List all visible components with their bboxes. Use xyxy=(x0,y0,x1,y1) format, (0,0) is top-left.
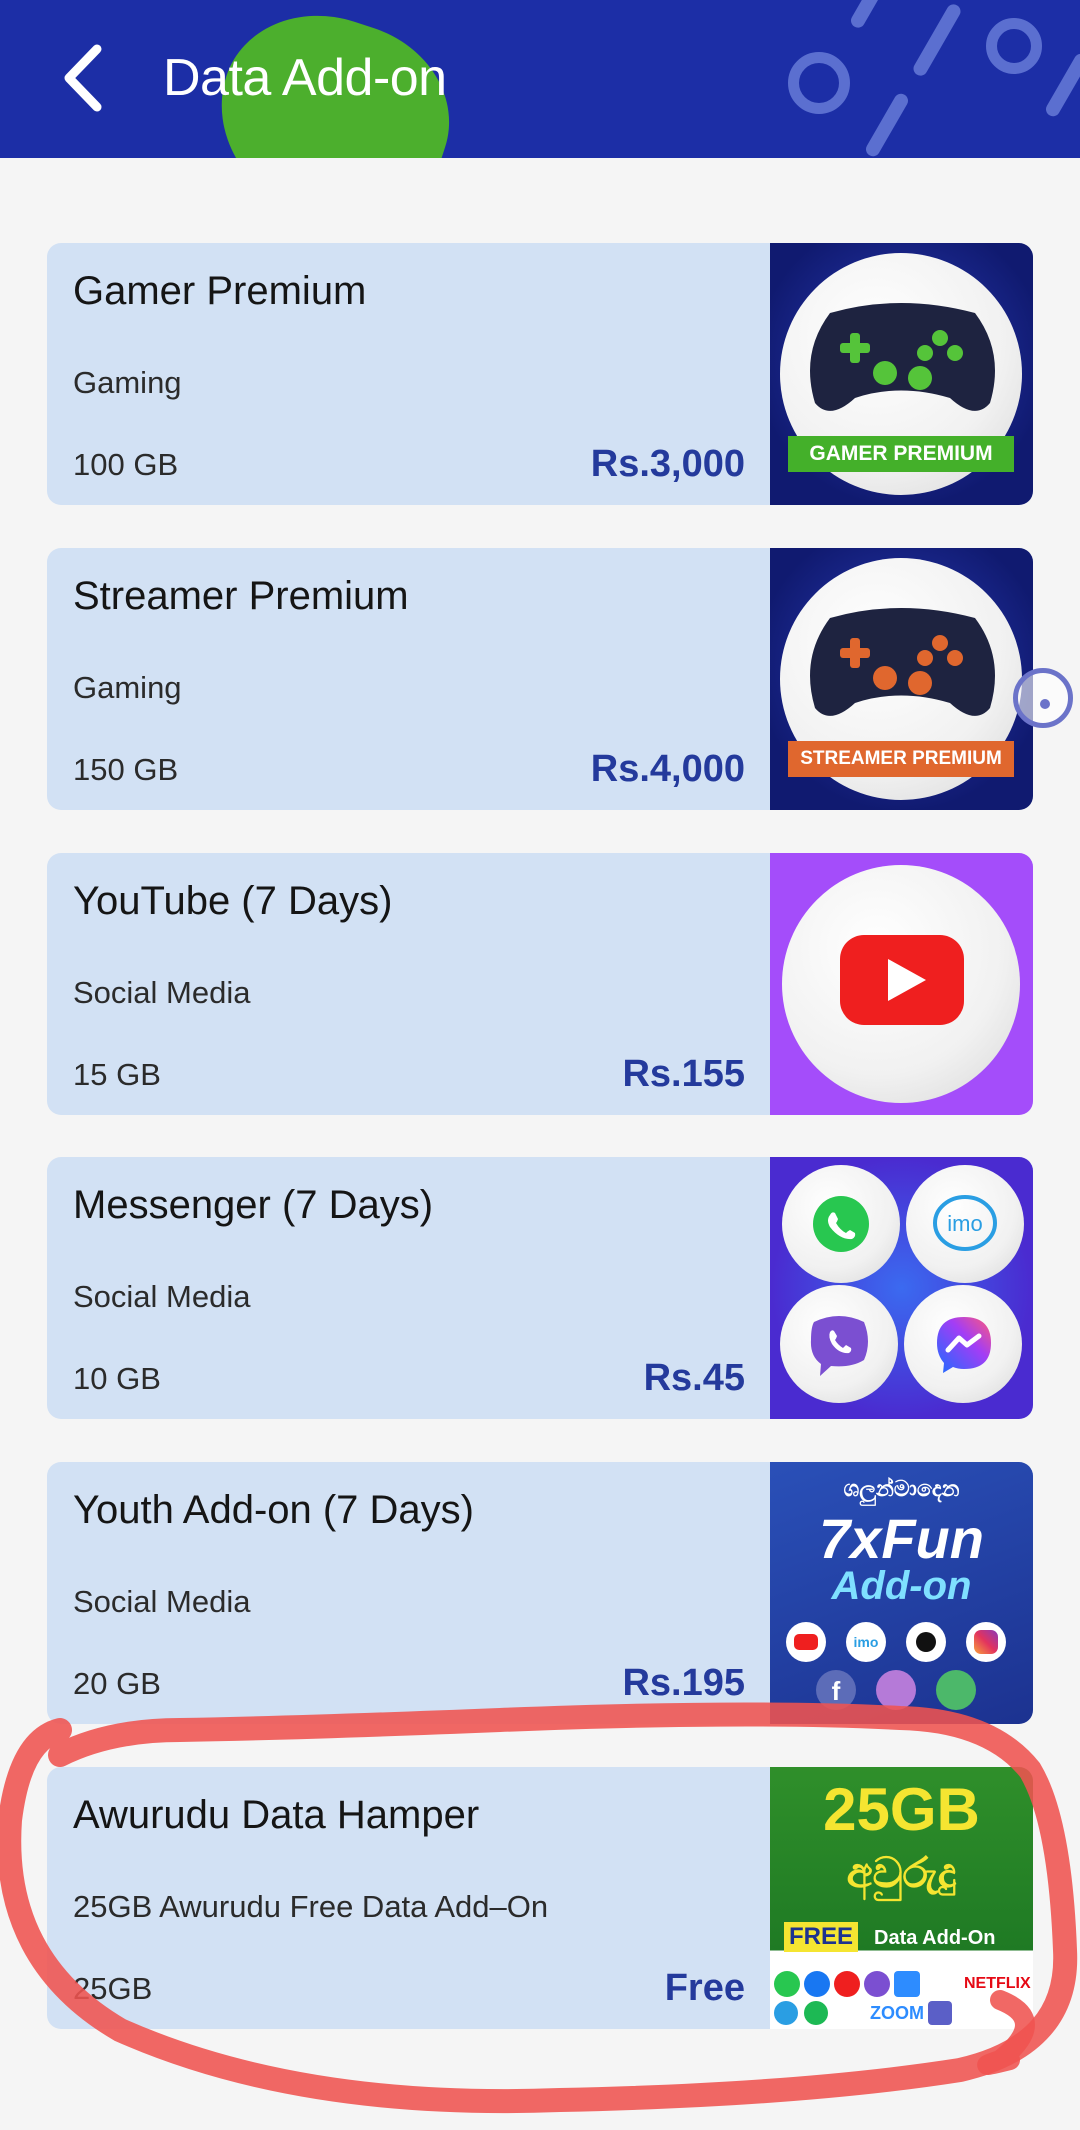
package-name: Streamer Premium xyxy=(73,574,409,618)
package-volume: 10 GB xyxy=(73,1361,161,1396)
package-category: Social Media xyxy=(73,975,251,1010)
package-name: Messenger (7 Days) xyxy=(73,1183,434,1227)
promo-top-text: ශලුන්මාදෙන xyxy=(843,1476,960,1501)
facebook-icon xyxy=(804,1971,830,1997)
header-decoration xyxy=(863,91,911,158)
package-volume: 15 GB xyxy=(73,1057,161,1092)
netflix-logo: NETFLIX xyxy=(964,1975,1031,1992)
whatsapp-icon xyxy=(774,1971,800,1997)
instagram-icon xyxy=(966,1622,1006,1662)
package-image-label: GAMER PREMIUM xyxy=(788,436,1014,472)
promo-subtitle: Add-on xyxy=(831,1564,972,1608)
package-volume: 150 GB xyxy=(73,752,179,787)
package-card-awurudu-data-hamper[interactable]: Awurudu Data Hamper 25GB Awurudu Free Da… xyxy=(47,1767,1033,2029)
package-price: Rs.3,000 xyxy=(590,443,745,485)
package-name: Gamer Premium xyxy=(73,269,367,313)
chevron-left-icon xyxy=(64,44,102,112)
package-image: GAMER PREMIUM xyxy=(770,243,1033,505)
zoom-icon xyxy=(894,1971,920,1997)
package-price: Rs.4,000 xyxy=(590,748,745,790)
whatsapp-icon xyxy=(936,1670,976,1710)
package-price: Rs.45 xyxy=(643,1357,745,1399)
package-card-youtube[interactable]: YouTube (7 Days) Social Media 15 GB Rs.1… xyxy=(47,853,1033,1115)
back-button[interactable] xyxy=(48,40,118,116)
package-category: 25GB Awurudu Free Data Add–On xyxy=(73,1889,549,1924)
imo-icon: imo xyxy=(933,1195,997,1251)
facebook-icon: f xyxy=(816,1670,856,1710)
spotify-icon xyxy=(804,2001,828,2025)
package-name: Youth Add-on (7 Days) xyxy=(73,1488,474,1532)
floating-assist-button[interactable] xyxy=(1013,668,1073,728)
package-price: Rs.195 xyxy=(622,1662,745,1704)
youtube-icon xyxy=(840,935,964,1025)
zoom-logo: ZOOM xyxy=(870,2003,924,2023)
messenger-icon xyxy=(937,1317,991,1373)
package-volume: 100 GB xyxy=(73,447,179,482)
package-image: ශලුන්මාදෙන 7xFun Add-on imo f xyxy=(770,1462,1033,1724)
promo-title: 25GB xyxy=(823,1776,980,1843)
promo-subtitle: අවුරුදු xyxy=(846,1849,957,1896)
package-volume: 25GB xyxy=(73,1971,153,2006)
imo-icon xyxy=(774,2001,798,2025)
header-decoration xyxy=(1043,51,1080,119)
package-category: Gaming xyxy=(73,670,182,705)
package-price: Rs.155 xyxy=(622,1053,745,1095)
youtube-icon xyxy=(834,1971,860,1997)
package-image: imo xyxy=(770,1157,1033,1419)
viber-icon xyxy=(864,1971,890,1997)
package-card-messenger[interactable]: Messenger (7 Days) Social Media 10 GB Rs… xyxy=(47,1157,1033,1419)
package-name: Awurudu Data Hamper xyxy=(73,1793,480,1837)
game-controller-icon xyxy=(810,608,995,716)
imo-text: imo xyxy=(947,1211,982,1236)
header-decoration xyxy=(788,52,850,114)
promo-title: 7xFun xyxy=(819,1507,984,1570)
package-name: YouTube (7 Days) xyxy=(73,879,393,923)
youtube-icon xyxy=(786,1622,826,1662)
game-controller-icon xyxy=(810,303,995,411)
imo-icon: imo xyxy=(846,1622,886,1662)
promo-tagline: Data Add-On xyxy=(874,1927,996,1949)
package-image: 25GB අවුරුදු FREE Data Add-On NETFLIX ZO… xyxy=(770,1767,1033,2029)
app-header: Data Add-on xyxy=(0,0,1080,158)
package-category: Social Media xyxy=(73,1279,251,1314)
header-decoration xyxy=(848,0,886,31)
package-card-streamer-premium[interactable]: Streamer Premium Gaming 150 GB Rs.4,000 … xyxy=(47,548,1033,810)
viber-icon xyxy=(810,1316,868,1376)
package-image: STREAMER PREMIUM xyxy=(770,548,1033,810)
viber-icon xyxy=(876,1670,916,1710)
teams-icon xyxy=(928,2001,952,2025)
header-decoration xyxy=(986,18,1042,74)
free-badge: FREE xyxy=(784,1922,859,1952)
package-price: Free xyxy=(664,1967,745,2009)
package-card-gamer-premium[interactable]: Gamer Premium Gaming 100 GB Rs.3,000 GAM… xyxy=(47,243,1033,505)
package-image-label: STREAMER PREMIUM xyxy=(788,741,1014,777)
package-category: Social Media xyxy=(73,1584,251,1619)
package-card-youth-add-on[interactable]: Youth Add-on (7 Days) Social Media 20 GB… xyxy=(47,1462,1033,1724)
tiktok-icon xyxy=(906,1622,946,1662)
whatsapp-icon xyxy=(813,1196,869,1252)
package-image xyxy=(770,853,1033,1115)
package-category: Gaming xyxy=(73,365,182,400)
package-volume: 20 GB xyxy=(73,1666,161,1701)
header-decoration xyxy=(910,1,964,79)
page-title: Data Add-on xyxy=(163,49,447,107)
